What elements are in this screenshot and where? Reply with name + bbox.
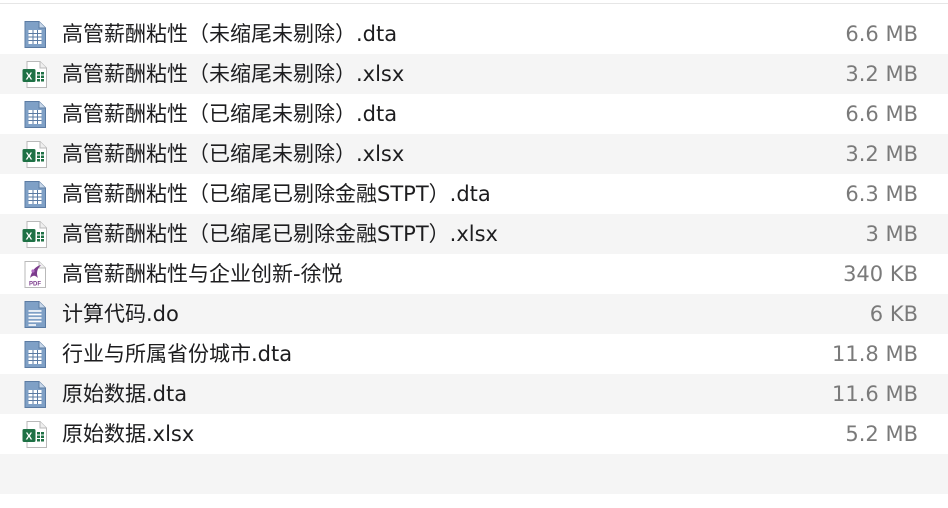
file-row[interactable]: 高管薪酬粘性（未缩尾未剔除）.dta 6.6 MB — [0, 14, 948, 54]
svg-text:X: X — [26, 152, 33, 163]
file-size: 6.6 MB — [845, 22, 918, 46]
file-row[interactable]: X 高管薪酬粘性（已缩尾未剔除）.xlsx 3.2 MB — [0, 134, 948, 174]
svg-text:PDF: PDF — [29, 282, 41, 288]
svg-text:X: X — [26, 72, 33, 83]
file-size: 340 KB — [843, 262, 918, 286]
file-name[interactable]: 高管薪酬粘性（已缩尾未剔除）.dta — [62, 94, 397, 134]
file-size: 6.6 MB — [845, 102, 918, 126]
file-name[interactable]: 高管薪酬粘性（已缩尾已剔除金融STPT）.xlsx — [62, 214, 498, 254]
pdf-file-icon: PDF — [22, 261, 48, 288]
file-row[interactable]: 行业与所属省份城市.dta 11.8 MB — [0, 334, 948, 374]
top-divider — [0, 3, 948, 4]
svg-text:X: X — [26, 232, 33, 243]
file-name[interactable]: 高管薪酬粘性（未缩尾未剔除）.dta — [62, 14, 397, 54]
file-size: 6 KB — [869, 302, 918, 326]
file-row[interactable]: 计算代码.do 6 KB — [0, 294, 948, 334]
dta-file-icon — [22, 181, 48, 208]
excel-file-icon: X — [22, 421, 48, 448]
dta-file-icon — [22, 21, 48, 48]
svg-text:X: X — [26, 432, 33, 443]
file-row[interactable]: X 高管薪酬粘性（未缩尾未剔除）.xlsx 3.2 MB — [0, 54, 948, 94]
file-size: 3.2 MB — [845, 62, 918, 86]
file-row[interactable]: 高管薪酬粘性（已缩尾未剔除）.dta 6.6 MB — [0, 94, 948, 134]
file-size: 11.8 MB — [832, 342, 918, 366]
file-size: 3.2 MB — [845, 142, 918, 166]
dta-file-icon — [22, 101, 48, 128]
file-name[interactable]: 高管薪酬粘性（已缩尾已剔除金融STPT）.dta — [62, 174, 491, 214]
file-name[interactable]: 高管薪酬粘性（已缩尾未剔除）.xlsx — [62, 134, 404, 174]
file-row[interactable]: X 高管薪酬粘性（已缩尾已剔除金融STPT）.xlsx 3 MB — [0, 214, 948, 254]
file-name[interactable]: 计算代码.do — [62, 294, 179, 334]
empty-row — [0, 454, 948, 494]
dta-file-icon — [22, 381, 48, 408]
file-size: 11.6 MB — [832, 382, 918, 406]
file-row[interactable]: PDF 高管薪酬粘性与企业创新-徐悦 340 KB — [0, 254, 948, 294]
file-size: 5.2 MB — [845, 422, 918, 446]
file-row[interactable]: 高管薪酬粘性（已缩尾已剔除金融STPT）.dta 6.3 MB — [0, 174, 948, 214]
excel-file-icon: X — [22, 61, 48, 88]
file-name[interactable]: 高管薪酬粘性与企业创新-徐悦 — [62, 254, 343, 294]
file-list: 高管薪酬粘性（未缩尾未剔除）.dta 6.6 MB X 高管薪酬粘性（未缩尾未剔… — [0, 0, 948, 508]
file-name[interactable]: 原始数据.xlsx — [62, 414, 194, 454]
file-size: 6.3 MB — [845, 182, 918, 206]
dta-file-icon — [22, 341, 48, 368]
file-row[interactable]: X 原始数据.xlsx 5.2 MB — [0, 414, 948, 454]
file-row[interactable]: 原始数据.dta 11.6 MB — [0, 374, 948, 414]
file-name[interactable]: 行业与所属省份城市.dta — [62, 334, 292, 374]
excel-file-icon: X — [22, 221, 48, 248]
text-file-icon — [22, 301, 48, 328]
file-size: 3 MB — [865, 222, 918, 246]
excel-file-icon: X — [22, 141, 48, 168]
file-name[interactable]: 高管薪酬粘性（未缩尾未剔除）.xlsx — [62, 54, 404, 94]
file-name[interactable]: 原始数据.dta — [62, 374, 187, 414]
